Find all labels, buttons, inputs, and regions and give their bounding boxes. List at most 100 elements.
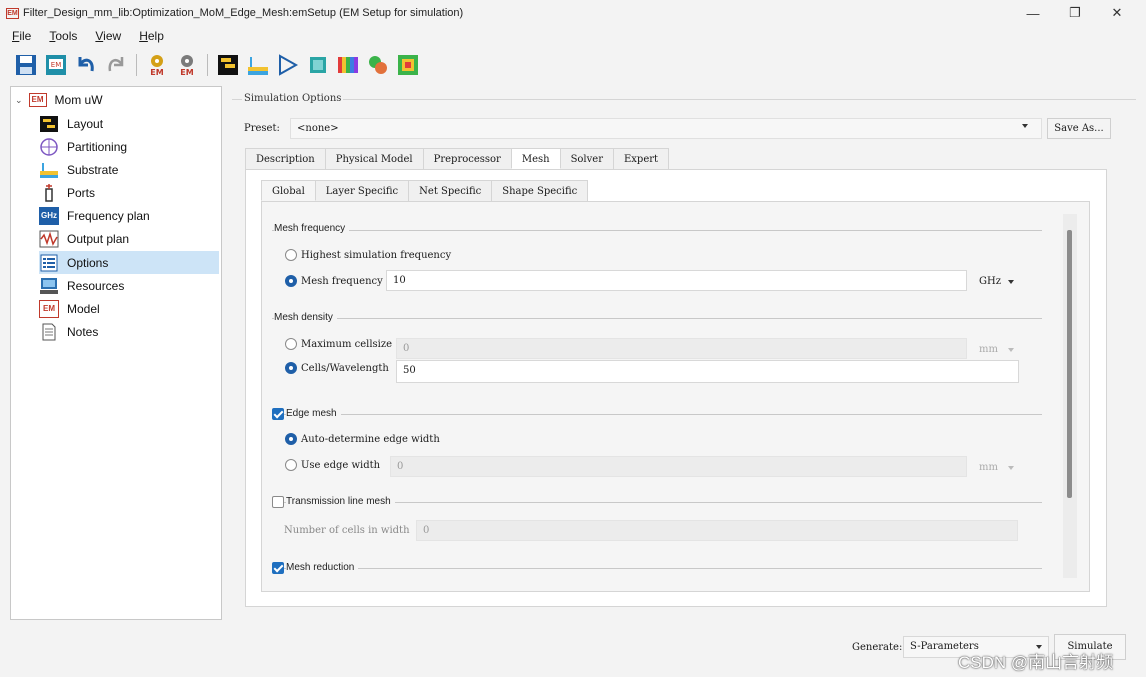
app-em-icon: EM [6,7,19,19]
tree-item-label: Layout [67,116,104,131]
layout-icon[interactable] [216,53,240,77]
cells-in-width-input: 0 [416,520,1018,541]
svg-text:EM: EM [180,68,193,77]
substrate-icon[interactable] [246,53,270,77]
tree-item-resources[interactable]: Resources [39,274,219,297]
section-divider [272,568,1042,569]
section-mesh-density: Mesh density [274,312,337,323]
mesh-plot-icon[interactable] [396,53,420,77]
rainbow-icon[interactable] [336,53,360,77]
tree-item-label: Output plan [67,231,130,246]
save-as-button[interactable]: Save As... [1047,118,1111,139]
mesh-frequency-value: 10 [393,275,406,286]
menu-view[interactable]: View [95,29,121,43]
tree-root-mom-uw[interactable]: ⌄ EM Mom uW [11,89,221,111]
tline-mesh-checkbox[interactable] [272,496,284,508]
redo-icon[interactable] [104,53,128,77]
close-button[interactable]: ✕ [1096,0,1138,26]
cells-wavelength-label: Cells/Wavelength [301,363,389,374]
tree-item-label: Substrate [67,162,119,177]
vertical-scrollbar[interactable] [1063,214,1077,578]
save-icon[interactable] [14,53,38,77]
mesh-reduction-checkbox[interactable] [272,562,284,574]
group-frame-line [232,99,1136,100]
tree-item-substrate[interactable]: Substrate [39,158,219,181]
port-icon[interactable] [276,53,300,77]
highest-frequency-radio[interactable] [285,249,297,261]
cells-in-width-label: Number of cells in width [284,525,410,536]
highest-frequency-label: Highest simulation frequency [301,250,452,261]
edge-width-input: 0 [390,456,967,477]
preset-select[interactable]: <none> [290,118,1042,139]
subtab-global[interactable]: Global [261,180,316,201]
chevron-down-icon[interactable] [1008,280,1014,284]
tree-item-ports[interactable]: Ports [39,181,219,204]
em-settings-alt-icon[interactable]: EM [175,53,199,77]
undo-icon[interactable] [74,53,98,77]
cells-wavelength-input[interactable]: 50 [396,360,1019,383]
edge-mesh-checkbox[interactable] [272,408,284,420]
restore-button[interactable]: ❐ [1054,0,1096,26]
options-tabs: Description Physical Model Preprocessor … [245,148,670,170]
tree-item-frequency-plan[interactable]: GHz Frequency plan [39,204,219,227]
max-cellsize-radio[interactable] [285,338,297,350]
component-icon[interactable] [366,53,390,77]
resources-icon [39,277,59,295]
tree-item-output-plan[interactable]: Output plan [39,227,219,250]
mesh-frequency-input[interactable]: 10 [386,270,967,291]
tree-item-options[interactable]: Options [39,251,219,274]
tree-root-label: Mom uW [54,93,103,107]
generate-label: Generate: [852,642,903,653]
subtab-layer-specific[interactable]: Layer Specific [314,180,410,201]
simulation-options-panel: Simulation Options Preset: <none> Save A… [232,86,1136,618]
tree-item-label: Notes [67,324,99,339]
em-icon: EM [28,93,47,107]
tree-item-notes[interactable]: Notes [39,320,219,343]
cells-wavelength-radio[interactable] [285,362,297,374]
subtab-net-specific[interactable]: Net Specific [408,180,493,201]
tab-mesh[interactable]: Mesh [510,148,561,169]
tab-preprocessor[interactable]: Preprocessor [422,148,512,169]
svg-text:EM: EM [150,68,163,77]
chevron-down-icon[interactable]: ⌄ [15,95,23,106]
setup-tree: ⌄ EM Mom uW Layout Partitioning Substrat… [10,86,222,620]
scrollbar-thumb[interactable] [1067,230,1072,498]
mesh-frequency-unit-select[interactable]: GHz [979,276,1001,287]
tree-item-model[interactable]: EM Model [39,297,219,320]
menu-file[interactable]: File [12,29,31,43]
use-edge-width-label: Use edge width [301,460,381,471]
tab-expert[interactable]: Expert [612,148,670,169]
bottom-bar: Generate: S-Parameters Simulate CSDN @南山… [0,626,1146,677]
chevron-down-icon [1008,466,1014,470]
tab-solver[interactable]: Solver [559,148,614,169]
menu-help[interactable]: Help [139,29,164,43]
tab-description[interactable]: Description [245,148,326,169]
section-mesh-frequency: Mesh frequency [274,223,350,234]
title-bar: EM Filter_Design_mm_lib:Optimization_MoM… [0,0,1146,26]
chevron-down-icon [1008,348,1014,352]
mesh-frequency-radio[interactable] [285,275,297,287]
max-cellsize-value: 0 [403,343,410,354]
mesh-subtabs: Global Layer Specific Net Specific Shape… [261,180,589,202]
tree-item-label: Partitioning [67,139,128,154]
preset-value: <none> [297,123,339,134]
tree-item-layout[interactable]: Layout [39,112,219,135]
substrate-icon [39,161,59,179]
auto-edge-width-radio[interactable] [285,433,297,445]
edge-mesh-label: Edge mesh [286,408,341,419]
preset-label: Preset: [244,123,280,134]
max-cellsize-label: Maximum cellsize [301,339,393,350]
em-save-icon[interactable]: EM [44,53,68,77]
model-icon[interactable] [306,53,330,77]
chevron-down-icon[interactable] [1022,124,1028,128]
minimize-button[interactable]: — [1012,0,1054,26]
menu-tools[interactable]: Tools [49,29,77,43]
em-settings-icon[interactable]: EM [145,53,169,77]
preset-row: Preset: <none> Save As... [244,116,1124,140]
toolbar-separator [136,54,137,76]
options-icon [39,254,59,272]
use-edge-width-radio[interactable] [285,459,297,471]
tree-item-partitioning[interactable]: Partitioning [39,135,219,158]
tab-physical-model[interactable]: Physical Model [324,148,424,169]
subtab-shape-specific[interactable]: Shape Specific [491,180,589,201]
